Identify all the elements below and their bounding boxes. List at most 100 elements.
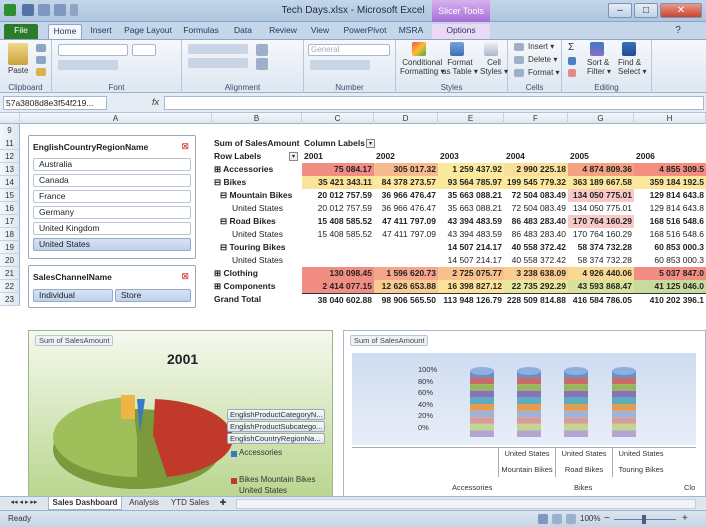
pivot-cell[interactable] [374, 241, 438, 254]
fx-icon[interactable]: fx [152, 97, 159, 107]
slicer-item-united-states[interactable]: United States [33, 238, 191, 251]
row-header-11[interactable]: 11 [0, 137, 20, 150]
pivot-row-label[interactable]: ⊞ Clothing [214, 267, 300, 280]
pivot-cell[interactable]: 86 483 283.40 [504, 215, 568, 228]
pivot-cell[interactable]: 60 853 000.3 [634, 241, 706, 254]
pivot-cell[interactable]: 3 238 638.09 [504, 267, 568, 280]
pivot-cell[interactable]: 98 906 565.50 [374, 293, 438, 306]
paste-button[interactable]: Paste [8, 66, 28, 75]
pivot-cell[interactable]: 130 098.45 [302, 267, 374, 280]
align-top-icons[interactable] [188, 44, 248, 54]
tab-data[interactable]: Data [230, 24, 256, 39]
pivot-cell[interactable]: 15 408 585.52 [302, 215, 374, 228]
format-as-table-button[interactable]: Format as Table ▾ [442, 58, 478, 76]
pivot-cell[interactable]: 5 037 847.0 [634, 267, 706, 280]
sort-filter-button[interactable]: Sort & Filter ▾ [587, 58, 611, 76]
pivot-cell[interactable]: 72 504 083.49 [504, 189, 568, 202]
channel-slicer[interactable]: SalesChannelName ⊠ Individual Store [28, 265, 196, 308]
pivot-cell[interactable]: 72 504 083.49 [504, 202, 568, 215]
column-filter-dropdown-icon[interactable]: ▾ [366, 139, 375, 148]
pivot-cell[interactable]: 228 509 814.88 [504, 293, 568, 306]
tab-file[interactable]: File [4, 24, 38, 39]
pivot-cell[interactable]: 199 545 779.32 [504, 176, 568, 189]
pivot-row-label[interactable]: ⊞ Components [214, 280, 300, 293]
sort-filter-icon[interactable] [590, 42, 604, 56]
help-icon[interactable]: ? [672, 24, 684, 39]
tab-insert[interactable]: Insert [88, 24, 114, 39]
pivot-cell[interactable]: 36 966 476.47 [374, 202, 438, 215]
pivot-cell[interactable]: 43 394 483.59 [438, 228, 504, 241]
conditional-formatting-button[interactable]: Conditional Formatting ▾ [400, 58, 444, 76]
column-header-f[interactable]: F [504, 113, 568, 124]
pivot-cell[interactable]: 35 663 088.21 [438, 202, 504, 215]
zoom-level[interactable]: 100% [580, 514, 600, 523]
pivot-row-label[interactable]: ⊟ Touring Bikes [220, 241, 306, 254]
autosum-icon[interactable]: Σ [568, 42, 574, 53]
pivot-cell[interactable]: 43 593 868.47 [568, 280, 634, 293]
maximize-button[interactable]: □ [634, 3, 658, 18]
slicer-item-canada[interactable]: Canada [33, 174, 191, 187]
pivot-cell[interactable]: 15 408 585.52 [302, 228, 374, 241]
slicer-item-france[interactable]: France [33, 190, 191, 203]
pivot-cell[interactable] [302, 241, 374, 254]
slicer-item-united-kingdom[interactable]: United Kingdom [33, 222, 191, 235]
tab-options[interactable]: Options [432, 24, 490, 39]
zoom-slider-thumb[interactable] [642, 515, 646, 524]
tab-home[interactable]: Home [48, 24, 82, 39]
pivot-cell[interactable]: 43 394 483.59 [438, 215, 504, 228]
zoom-out-button[interactable]: − [604, 513, 610, 524]
cut-icon[interactable] [36, 44, 46, 52]
pivot-cell[interactable]: 93 564 785.97 [438, 176, 504, 189]
pivot-row-label[interactable]: ⊟ Road Bikes [220, 215, 306, 228]
format-as-table-icon[interactable] [450, 42, 464, 56]
merge-icon[interactable] [256, 58, 268, 70]
pivot-cell[interactable]: 363 189 667.58 [568, 176, 634, 189]
row-header-14[interactable]: 14 [0, 176, 20, 189]
pivot-cell[interactable]: 36 966 476.47 [374, 189, 438, 202]
zoom-in-button[interactable]: + [682, 513, 688, 524]
number-format-box[interactable]: General [308, 44, 390, 56]
pivot-cell[interactable]: 4 855 309.5 [634, 163, 706, 176]
pivot-cell[interactable]: 129 814 643.8 [634, 202, 706, 215]
tab-formulas[interactable]: Formulas [182, 24, 220, 39]
tab-powerpivot[interactable]: PowerPivot [340, 24, 390, 39]
slicer-item-germany[interactable]: Germany [33, 206, 191, 219]
pivot-cell[interactable]: 305 017.32 [374, 163, 438, 176]
font-style-icons[interactable] [58, 60, 118, 70]
tab-review[interactable]: Review [266, 24, 300, 39]
pivot-cell[interactable]: 35 663 088.21 [438, 189, 504, 202]
pivot-cell[interactable]: 58 374 732.28 [568, 254, 634, 267]
sheet-tab-analysis[interactable]: Analysis [124, 497, 164, 510]
pivot-cell[interactable]: 416 584 786.05 [568, 293, 634, 306]
insert-sheet-icon[interactable]: ✚ [216, 497, 230, 510]
delete-cells-button[interactable]: Delete ▾ [528, 55, 557, 64]
clear-icon[interactable] [568, 69, 576, 77]
worksheet[interactable]: A B C D E F G H 910111213141516171819202… [0, 113, 706, 496]
pivot-cell[interactable]: 134 050 775.01 [568, 189, 634, 202]
font-size-box[interactable] [132, 44, 156, 56]
name-box[interactable]: 57a3808d8e3f54f219... [3, 96, 107, 110]
pivot-cell[interactable]: 4 926 440.06 [568, 267, 634, 280]
pivot-cell[interactable]: 170 764 160.29 [568, 215, 634, 228]
page-break-view-icon[interactable] [566, 514, 576, 524]
pivot-cell[interactable]: 41 125 046.0 [634, 280, 706, 293]
pivot-cell[interactable]: 20 012 757.59 [302, 189, 374, 202]
pivot-cell[interactable]: 134 050 775.01 [568, 202, 634, 215]
find-select-button[interactable]: Find & Select ▾ [618, 58, 646, 76]
cell-styles-icon[interactable] [484, 42, 498, 56]
slicer-item-individual[interactable]: Individual [33, 289, 113, 302]
pivot-cell[interactable]: 14 507 214.17 [438, 254, 504, 267]
pivot-cell[interactable]: 4 874 809.36 [568, 163, 634, 176]
chart-value-tag[interactable]: Sum of SalesAmount [350, 335, 429, 346]
font-name-box[interactable] [58, 44, 128, 56]
formula-input[interactable] [164, 96, 704, 110]
column-header-h[interactable]: H [634, 113, 706, 124]
pivot-cell[interactable]: 86 483 283.40 [504, 228, 568, 241]
clear-filter-icon[interactable]: ⊠ [181, 141, 189, 152]
sheet-nav-icons[interactable]: ◂◂ ◂ ▸ ▸▸ [2, 497, 46, 510]
pivot-cell[interactable]: 129 814 643.8 [634, 189, 706, 202]
slicer-item-store[interactable]: Store [115, 289, 191, 302]
pivot-cell[interactable]: 168 516 548.6 [634, 228, 706, 241]
pivot-cell[interactable]: 410 202 396.1 [634, 293, 706, 306]
tab-view[interactable]: View [308, 24, 332, 39]
